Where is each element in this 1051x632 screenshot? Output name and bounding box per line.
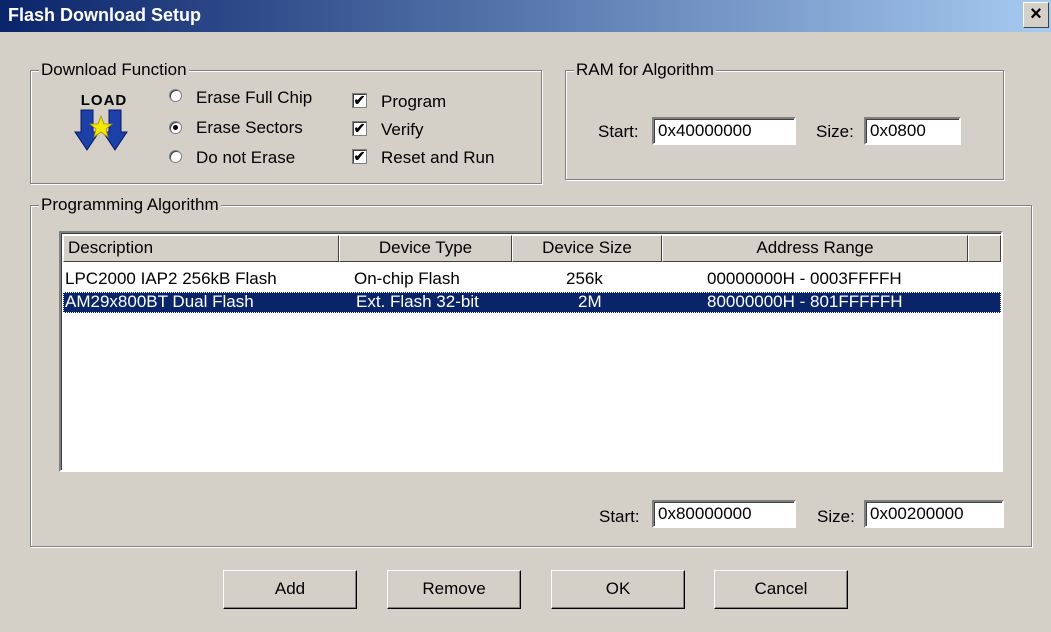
cell-address-range: 00000000H - 0003FFFFH xyxy=(707,269,902,288)
radio-erase-sectors[interactable] xyxy=(169,121,182,134)
flash-size-label: Size: xyxy=(817,507,855,526)
column-header-label: Description xyxy=(68,238,154,257)
cell-description: AM29x800BT Dual Flash xyxy=(65,292,254,311)
column-header-filler xyxy=(968,235,1001,262)
column-header-label: Device Size xyxy=(542,238,632,257)
programming-algorithm-legend: Programming Algorithm xyxy=(39,195,221,215)
title-bar[interactable]: Flash Download Setup × xyxy=(0,0,1051,32)
checkmark-icon: ✔ xyxy=(353,92,366,108)
flash-start-input[interactable]: 0x80000000 xyxy=(652,500,796,528)
remove-button[interactable]: Remove xyxy=(387,570,521,609)
cell-device-size: 2M xyxy=(578,292,602,311)
cell-device-size: 256k xyxy=(566,269,603,288)
ram-for-algorithm-legend: RAM for Algorithm xyxy=(574,60,716,80)
flash-start-label: Start: xyxy=(599,507,640,526)
cell-description: LPC2000 IAP2 256kB Flash xyxy=(65,269,277,288)
cell-device-type: Ext. Flash 32-bit xyxy=(356,292,479,311)
window-title: Flash Download Setup xyxy=(8,5,202,25)
column-header-description[interactable]: Description xyxy=(63,235,339,262)
algorithm-list[interactable]: Description Device Type Device Size Addr… xyxy=(59,231,1003,472)
checkbox-verify[interactable]: ✔ xyxy=(352,121,367,136)
checkmark-icon: ✔ xyxy=(353,148,366,164)
close-button[interactable]: × xyxy=(1023,2,1049,28)
column-header-label: Address Range xyxy=(756,238,874,257)
checkbox-verify-label: Verify xyxy=(381,120,424,139)
radio-do-not-erase-label: Do not Erase xyxy=(196,148,296,167)
checkbox-reset-and-run-label: Reset and Run xyxy=(381,148,495,167)
ok-button[interactable]: OK xyxy=(551,570,685,609)
cancel-button[interactable]: Cancel xyxy=(714,570,848,609)
column-header-device-type[interactable]: Device Type xyxy=(339,235,512,262)
ram-start-label: Start: xyxy=(598,122,639,141)
checkmark-icon: ✔ xyxy=(353,120,366,136)
radio-erase-full-chip-label: Erase Full Chip xyxy=(196,88,313,107)
cell-device-type: On-chip Flash xyxy=(354,269,460,288)
table-row[interactable]: LPC2000 IAP2 256kB Flash On-chip Flash 2… xyxy=(63,269,1001,290)
column-header-address-range[interactable]: Address Range xyxy=(662,235,968,262)
add-button[interactable]: Add xyxy=(223,570,357,609)
load-icon: LOAD xyxy=(74,92,128,151)
table-row-selected[interactable]: AM29x800BT Dual Flash Ext. Flash 32-bit … xyxy=(63,292,1001,313)
cell-address-range: 80000000H - 801FFFFFH xyxy=(707,292,903,311)
column-header-device-size[interactable]: Device Size xyxy=(512,235,662,262)
load-icon-label: LOAD xyxy=(81,92,128,109)
column-header-label: Device Type xyxy=(378,238,473,257)
radio-erase-full-chip[interactable] xyxy=(169,89,182,102)
radio-do-not-erase[interactable] xyxy=(169,150,182,163)
radio-erase-sectors-label: Erase Sectors xyxy=(196,118,303,137)
download-function-legend: Download Function xyxy=(39,60,189,80)
checkbox-reset-and-run[interactable]: ✔ xyxy=(352,149,367,164)
flash-size-input[interactable]: 0x00200000 xyxy=(864,500,1004,528)
ram-size-input[interactable]: 0x0800 xyxy=(864,117,961,145)
ram-size-label: Size: xyxy=(816,122,854,141)
checkbox-program-label: Program xyxy=(381,92,447,111)
ram-start-input[interactable]: 0x40000000 xyxy=(652,117,796,145)
checkbox-program[interactable]: ✔ xyxy=(352,93,367,108)
close-icon: × xyxy=(1030,3,1042,25)
